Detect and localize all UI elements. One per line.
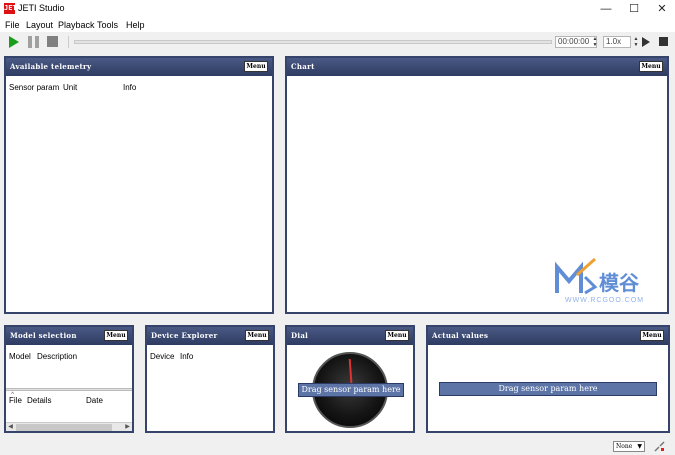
speed-field[interactable]: 1.0x <box>603 36 631 48</box>
minimize-button[interactable]: — <box>592 0 620 18</box>
window-title: JETI Studio <box>18 3 65 13</box>
dial-drop-zone[interactable]: Drag sensor param here <box>298 383 404 397</box>
stop-icon[interactable] <box>47 36 58 47</box>
actual-values-panel: Actual values Menu Drag sensor param her… <box>426 325 670 433</box>
column-description[interactable]: Description <box>37 352 77 361</box>
model-menu-button[interactable]: Menu <box>104 330 128 341</box>
model-title: Model selection <box>10 331 77 340</box>
actual-values-title: Actual values <box>432 331 489 340</box>
horizontal-scrollbar[interactable]: ◀ ▶ <box>6 422 132 431</box>
maximize-button[interactable]: ☐ <box>620 0 648 18</box>
scrollbar-thumb[interactable] <box>16 424 112 431</box>
scroll-right-icon[interactable]: ▶ <box>123 423 132 432</box>
watermark-brand: 模谷 <box>599 271 639 295</box>
rcgoo-logo-icon <box>555 257 598 295</box>
dial-title: Dial <box>291 331 309 340</box>
menu-tools[interactable]: Tools <box>97 20 118 30</box>
menu-bar: File Layout Playback Tools Help <box>0 18 675 32</box>
device-list[interactable]: Device Info <box>147 347 273 431</box>
telemetry-list[interactable]: Sensor param Unit Info <box>6 78 272 312</box>
play-icon[interactable] <box>9 36 19 48</box>
device-header: Device Explorer Menu <box>147 327 273 345</box>
telemetry-title: Available telemetry <box>10 62 92 71</box>
column-file[interactable]: File <box>9 396 22 405</box>
telemetry-panel: Available telemetry Menu Sensor param Un… <box>4 56 274 314</box>
model-panel: Model selection Menu Model Description ^… <box>4 325 134 433</box>
device-title: Device Explorer <box>151 331 218 340</box>
actual-values-area[interactable]: Drag sensor param here <box>428 347 668 431</box>
model-list[interactable]: Model Description ^ File Details Date ◀ … <box>6 347 132 431</box>
chart-title: Chart <box>291 62 315 71</box>
jeti-app-icon: JETI <box>4 3 21 14</box>
telemetry-menu-button[interactable]: Menu <box>244 61 268 72</box>
telemetry-header: Available telemetry Menu <box>6 58 272 76</box>
chart-menu-button[interactable]: Menu <box>639 61 663 72</box>
scroll-left-icon[interactable]: ◀ <box>6 423 15 432</box>
connection-icon[interactable] <box>654 441 665 452</box>
chart-header: Chart Menu <box>287 58 667 76</box>
stop-dark-icon[interactable] <box>659 37 668 46</box>
device-panel: Device Explorer Menu Device Info <box>145 325 275 433</box>
close-button[interactable]: ✕ <box>648 0 675 18</box>
column-unit[interactable]: Unit <box>63 83 77 92</box>
chevron-down-icon: ▼ <box>637 443 642 450</box>
pause-icon[interactable] <box>28 36 40 48</box>
splitter-handle[interactable] <box>6 388 132 391</box>
actual-values-header: Actual values Menu <box>428 327 668 345</box>
speed-spinner-icon[interactable]: ▲ ▼ <box>632 36 640 48</box>
dial-menu-button[interactable]: Menu <box>385 330 409 341</box>
play-dark-icon[interactable] <box>642 37 650 47</box>
device-menu-button[interactable]: Menu <box>245 330 269 341</box>
column-date[interactable]: Date <box>86 396 103 405</box>
menu-playback[interactable]: Playback <box>58 20 95 30</box>
status-select-value: None <box>616 443 633 450</box>
watermark-url: WWW.RCGOO.COM <box>565 297 645 304</box>
playback-slider[interactable] <box>74 40 552 44</box>
actual-values-drop-zone[interactable]: Drag sensor param here <box>439 382 657 396</box>
column-info[interactable]: Info <box>123 83 136 92</box>
actual-values-menu-button[interactable]: Menu <box>640 330 664 341</box>
dial-header: Dial Menu <box>287 327 413 345</box>
menu-layout[interactable]: Layout <box>26 20 53 30</box>
menu-file[interactable]: File <box>5 20 20 30</box>
status-select[interactable]: None ▼ <box>613 441 645 452</box>
menu-help[interactable]: Help <box>126 20 145 30</box>
title-bar: JETI JETI Studio — ☐ ✕ <box>0 0 675 18</box>
column-device[interactable]: Device <box>150 352 174 361</box>
column-model[interactable]: Model <box>9 352 31 361</box>
column-sensor-param[interactable]: Sensor param <box>9 83 59 92</box>
rcgoo-watermark: 模谷 WWW.RCGOO.COM <box>555 257 665 307</box>
dial-area[interactable]: Drag sensor param here <box>287 347 413 431</box>
column-details[interactable]: Details <box>27 396 51 405</box>
column-device-info[interactable]: Info <box>180 352 193 361</box>
toolbar-divider <box>68 36 69 48</box>
time-spinner-icon[interactable]: ▲ ▼ <box>591 36 599 48</box>
status-bar <box>0 436 675 455</box>
dial-panel: Dial Menu Drag sensor param here <box>285 325 415 433</box>
model-header: Model selection Menu <box>6 327 132 345</box>
